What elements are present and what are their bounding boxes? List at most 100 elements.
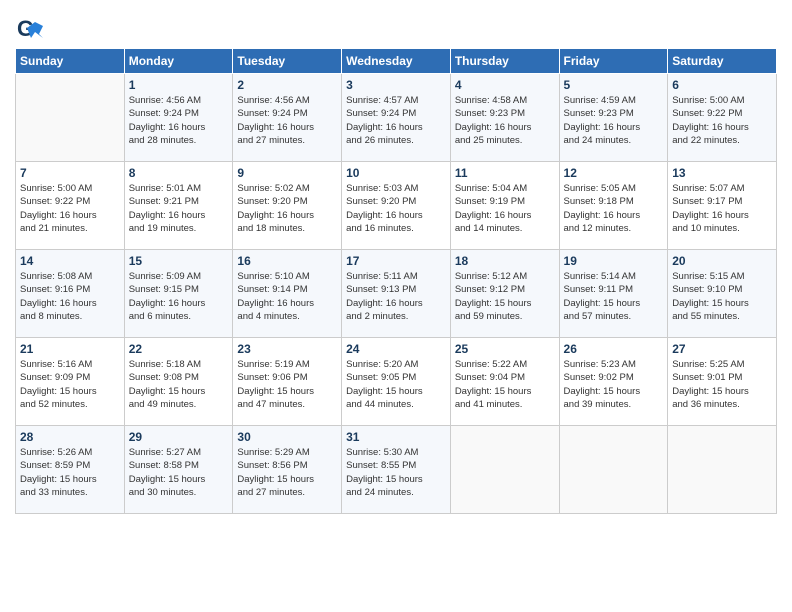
- day-number: 17: [346, 254, 446, 268]
- calendar-week-row: 21 Sunrise: 5:16 AMSunset: 9:09 PMDayligh…: [16, 338, 777, 426]
- calendar-cell: 10 Sunrise: 5:03 AMSunset: 9:20 PMDayligh…: [342, 162, 451, 250]
- day-info: Sunrise: 5:00 AMSunset: 9:22 PMDaylight:…: [20, 182, 120, 235]
- day-number: 15: [129, 254, 229, 268]
- calendar-header-row: SundayMondayTuesdayWednesdayThursdayFrid…: [16, 49, 777, 74]
- day-info: Sunrise: 4:56 AMSunset: 9:24 PMDaylight:…: [129, 94, 229, 147]
- calendar-cell: 11 Sunrise: 5:04 AMSunset: 9:19 PMDayligh…: [450, 162, 559, 250]
- calendar-cell: 12Sunrise: 5:05 AMSunset: 9:18 PMDayligh…: [559, 162, 668, 250]
- day-info: Sunrise: 5:16 AMSunset: 9:09 PMDaylight:…: [20, 358, 120, 411]
- day-info: Sunrise: 5:08 AMSunset: 9:16 PMDaylight:…: [20, 270, 120, 323]
- day-number: 24: [346, 342, 446, 356]
- day-info: Sunrise: 5:20 AMSunset: 9:05 PMDaylight:…: [346, 358, 446, 411]
- day-number: 29: [129, 430, 229, 444]
- day-number: 12: [564, 166, 664, 180]
- calendar-cell: 24 Sunrise: 5:20 AMSunset: 9:05 PMDayligh…: [342, 338, 451, 426]
- day-number: 7: [20, 166, 120, 180]
- day-info: Sunrise: 5:11 AMSunset: 9:13 PMDaylight:…: [346, 270, 446, 323]
- calendar-cell: 14 Sunrise: 5:08 AMSunset: 9:16 PMDayligh…: [16, 250, 125, 338]
- day-info: Sunrise: 5:12 AMSunset: 9:12 PMDaylight:…: [455, 270, 555, 323]
- day-info: Sunrise: 4:57 AMSunset: 9:24 PMDaylight:…: [346, 94, 446, 147]
- day-number: 30: [237, 430, 337, 444]
- day-number: 4: [455, 78, 555, 92]
- day-info: Sunrise: 5:29 AMSunset: 8:56 PMDaylight:…: [237, 446, 337, 499]
- calendar-cell: 8 Sunrise: 5:01 AMSunset: 9:21 PMDaylight…: [124, 162, 233, 250]
- day-info: Sunrise: 4:56 AMSunset: 9:24 PMDaylight:…: [237, 94, 337, 147]
- calendar-cell: 16Sunrise: 5:10 AMSunset: 9:14 PMDayligh…: [233, 250, 342, 338]
- day-info: Sunrise: 4:58 AMSunset: 9:23 PMDaylight:…: [455, 94, 555, 147]
- day-of-week-header: Wednesday: [342, 49, 451, 74]
- day-of-week-header: Friday: [559, 49, 668, 74]
- day-info: Sunrise: 5:01 AMSunset: 9:21 PMDaylight:…: [129, 182, 229, 235]
- day-info: Sunrise: 5:19 AMSunset: 9:06 PMDaylight:…: [237, 358, 337, 411]
- day-number: 11: [455, 166, 555, 180]
- day-info: Sunrise: 5:27 AMSunset: 8:58 PMDaylight:…: [129, 446, 229, 499]
- day-number: 13: [672, 166, 772, 180]
- page-header: G: [15, 10, 777, 44]
- logo: G: [15, 16, 46, 44]
- day-info: Sunrise: 5:23 AMSunset: 9:02 PMDaylight:…: [564, 358, 664, 411]
- day-number: 23: [237, 342, 337, 356]
- calendar-cell: 27Sunrise: 5:25 AMSunset: 9:01 PMDayligh…: [668, 338, 777, 426]
- day-number: 8: [129, 166, 229, 180]
- day-info: Sunrise: 5:30 AMSunset: 8:55 PMDaylight:…: [346, 446, 446, 499]
- calendar-cell: [450, 426, 559, 514]
- calendar-cell: [668, 426, 777, 514]
- calendar-cell: 21 Sunrise: 5:16 AMSunset: 9:09 PMDayligh…: [16, 338, 125, 426]
- calendar-week-row: 7 Sunrise: 5:00 AMSunset: 9:22 PMDaylight…: [16, 162, 777, 250]
- day-info: Sunrise: 5:25 AMSunset: 9:01 PMDaylight:…: [672, 358, 772, 411]
- day-info: Sunrise: 5:26 AMSunset: 8:59 PMDaylight:…: [20, 446, 120, 499]
- day-number: 25: [455, 342, 555, 356]
- calendar-cell: 31 Sunrise: 5:30 AMSunset: 8:55 PMDayligh…: [342, 426, 451, 514]
- calendar-cell: 28 Sunrise: 5:26 AMSunset: 8:59 PMDayligh…: [16, 426, 125, 514]
- calendar-cell: 29 Sunrise: 5:27 AMSunset: 8:58 PMDayligh…: [124, 426, 233, 514]
- day-info: Sunrise: 5:02 AMSunset: 9:20 PMDaylight:…: [237, 182, 337, 235]
- day-info: Sunrise: 5:22 AMSunset: 9:04 PMDaylight:…: [455, 358, 555, 411]
- calendar-cell: 23 Sunrise: 5:19 AMSunset: 9:06 PMDayligh…: [233, 338, 342, 426]
- day-of-week-header: Monday: [124, 49, 233, 74]
- calendar-cell: 15Sunrise: 5:09 AMSunset: 9:15 PMDayligh…: [124, 250, 233, 338]
- day-number: 14: [20, 254, 120, 268]
- day-number: 31: [346, 430, 446, 444]
- calendar-cell: 2 Sunrise: 4:56 AMSunset: 9:24 PMDaylight…: [233, 74, 342, 162]
- day-number: 2: [237, 78, 337, 92]
- day-of-week-header: Thursday: [450, 49, 559, 74]
- calendar-cell: 7 Sunrise: 5:00 AMSunset: 9:22 PMDaylight…: [16, 162, 125, 250]
- calendar-cell: [16, 74, 125, 162]
- calendar-week-row: 28 Sunrise: 5:26 AMSunset: 8:59 PMDayligh…: [16, 426, 777, 514]
- day-number: 3: [346, 78, 446, 92]
- day-info: Sunrise: 5:04 AMSunset: 9:19 PMDaylight:…: [455, 182, 555, 235]
- calendar-cell: 25 Sunrise: 5:22 AMSunset: 9:04 PMDayligh…: [450, 338, 559, 426]
- day-number: 18: [455, 254, 555, 268]
- calendar-cell: 30 Sunrise: 5:29 AMSunset: 8:56 PMDayligh…: [233, 426, 342, 514]
- day-number: 6: [672, 78, 772, 92]
- logo-icon: G: [15, 16, 43, 44]
- calendar-cell: 3 Sunrise: 4:57 AMSunset: 9:24 PMDaylight…: [342, 74, 451, 162]
- day-info: Sunrise: 5:15 AMSunset: 9:10 PMDaylight:…: [672, 270, 772, 323]
- calendar-table: SundayMondayTuesdayWednesdayThursdayFrid…: [15, 48, 777, 514]
- day-number: 16: [237, 254, 337, 268]
- day-number: 20: [672, 254, 772, 268]
- day-number: 22: [129, 342, 229, 356]
- day-number: 28: [20, 430, 120, 444]
- day-info: Sunrise: 5:18 AMSunset: 9:08 PMDaylight:…: [129, 358, 229, 411]
- calendar-cell: 26 Sunrise: 5:23 AMSunset: 9:02 PMDayligh…: [559, 338, 668, 426]
- day-number: 1: [129, 78, 229, 92]
- day-number: 5: [564, 78, 664, 92]
- calendar-cell: 4 Sunrise: 4:58 AMSunset: 9:23 PMDaylight…: [450, 74, 559, 162]
- calendar-cell: 17 Sunrise: 5:11 AMSunset: 9:13 PMDayligh…: [342, 250, 451, 338]
- calendar-cell: [559, 426, 668, 514]
- day-number: 21: [20, 342, 120, 356]
- day-number: 9: [237, 166, 337, 180]
- day-of-week-header: Sunday: [16, 49, 125, 74]
- day-of-week-header: Saturday: [668, 49, 777, 74]
- day-info: Sunrise: 5:14 AMSunset: 9:11 PMDaylight:…: [564, 270, 664, 323]
- calendar-cell: 9 Sunrise: 5:02 AMSunset: 9:20 PMDaylight…: [233, 162, 342, 250]
- calendar-week-row: 14 Sunrise: 5:08 AMSunset: 9:16 PMDayligh…: [16, 250, 777, 338]
- day-info: Sunrise: 5:00 AMSunset: 9:22 PMDaylight:…: [672, 94, 772, 147]
- day-info: Sunrise: 5:03 AMSunset: 9:20 PMDaylight:…: [346, 182, 446, 235]
- day-number: 26: [564, 342, 664, 356]
- calendar-cell: 1 Sunrise: 4:56 AMSunset: 9:24 PMDaylight…: [124, 74, 233, 162]
- day-of-week-header: Tuesday: [233, 49, 342, 74]
- day-info: Sunrise: 4:59 AMSunset: 9:23 PMDaylight:…: [564, 94, 664, 147]
- day-number: 10: [346, 166, 446, 180]
